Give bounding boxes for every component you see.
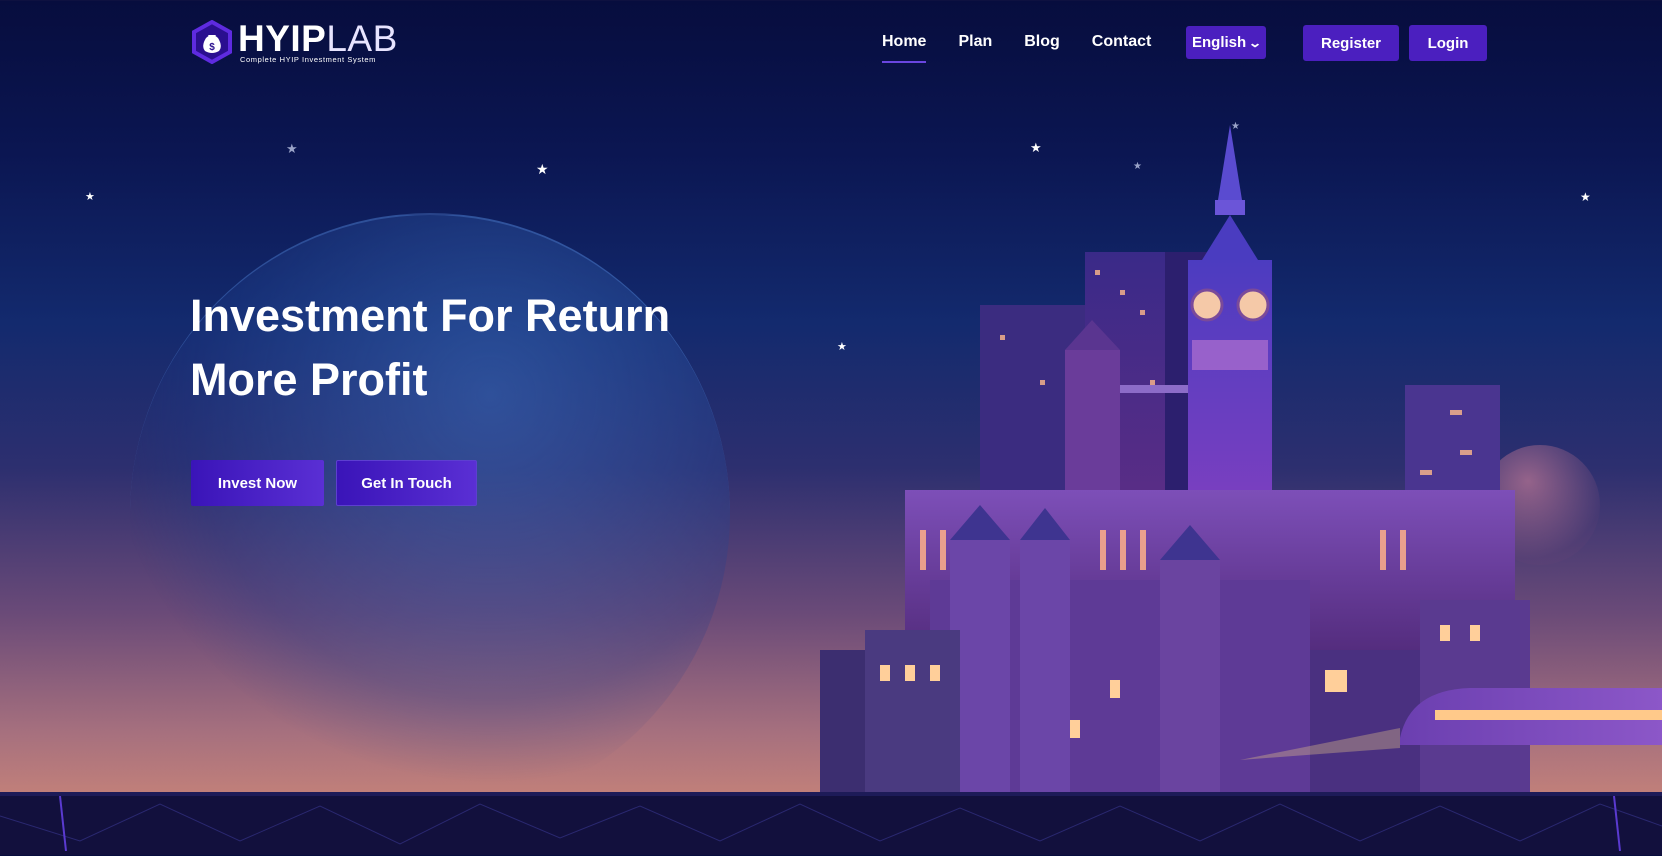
nav-blog[interactable]: Blog [1024, 33, 1060, 63]
hero-title-line2: More Profit [190, 354, 428, 405]
nav-home[interactable]: Home [882, 33, 927, 63]
logo-tagline: Complete HYIP Investment System [240, 55, 377, 64]
login-button[interactable]: Login [1409, 25, 1487, 61]
logo[interactable]: $ HYIP LAB Complete HYIP Investment Syst… [190, 18, 398, 65]
language-select[interactable]: English ⌄ [1186, 26, 1266, 59]
main-nav: Home Plan Blog Contact [882, 33, 1151, 63]
chevron-down-icon: ⌄ [1247, 35, 1263, 50]
logo-text-thin: LAB [326, 18, 398, 59]
hero-title: Investment For Return More Profit [190, 284, 750, 412]
ground-strip [0, 792, 1662, 855]
star-icon: ★ [85, 191, 95, 203]
logo-text-bold: HYIP [238, 18, 327, 59]
hero-title-line1: Investment For Return [190, 290, 671, 341]
star-icon: ★ [286, 141, 298, 156]
nav-plan[interactable]: Plan [958, 33, 992, 63]
svg-text:$: $ [209, 42, 215, 53]
nav-contact[interactable]: Contact [1092, 33, 1152, 63]
get-in-touch-button[interactable]: Get In Touch [336, 460, 477, 506]
invest-now-button[interactable]: Invest Now [191, 460, 324, 506]
city-illustration [820, 125, 1662, 796]
money-bag-icon: $ [190, 19, 234, 65]
register-button[interactable]: Register [1303, 25, 1399, 61]
language-value: English [1192, 34, 1247, 51]
star-icon: ★ [536, 161, 549, 177]
